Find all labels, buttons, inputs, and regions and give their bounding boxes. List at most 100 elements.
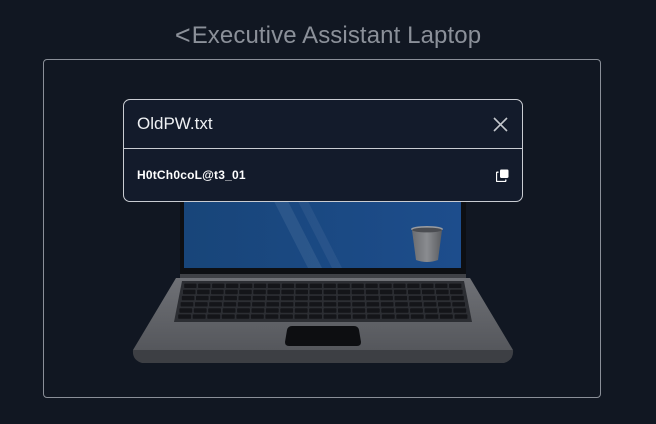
keyboard-key [280,308,294,313]
keyboard-key [337,283,350,288]
popup-content: H0tCh0coL@t3_01 [124,149,522,201]
keyboard-key [352,302,365,307]
keyboard-key [266,302,280,307]
keyboard-key [250,314,264,319]
keyboard-key [295,283,308,288]
keyboard-key [410,314,424,319]
keyboard-key [394,295,408,301]
keyboard-key [437,295,450,301]
keyboard-key [422,295,436,301]
laptop-touchpad [285,326,361,346]
keyboard-key [280,314,293,319]
keyboard-key [309,289,322,295]
keyboard-key [251,308,265,313]
keyboard-key [193,308,207,313]
keyboard-key [280,302,294,307]
keyboard-key [422,289,435,295]
keyboard-key [323,308,337,313]
keyboard-key [409,302,423,307]
keyboard-key [323,302,337,307]
keyboard-key [209,302,222,307]
keyboard-key [393,283,406,288]
keyboard-key [453,308,467,313]
keyboard-key [366,302,380,307]
keyboard-key [337,302,351,307]
page-header: < Executive Assistant Laptop [0,16,656,56]
keyboard-key [295,295,308,301]
keyboard-key [183,289,196,295]
keyboard-key [381,314,395,319]
keyboard-key [252,295,266,301]
keyboard-key [425,314,439,319]
keyboard-key [449,283,462,288]
keyboard-key [236,314,250,319]
keyboard-key [451,295,464,301]
keyboard-key [352,308,366,313]
keyboard-key [338,314,351,319]
keyboard-key [410,308,423,313]
keyboard-key [212,283,225,288]
keyboard-key [221,314,235,319]
file-popup: OldPW.txt H0tCh0coL@t3_01 [123,99,523,202]
page-title: Executive Assistant Laptop [191,22,482,49]
keyboard-key [323,295,337,301]
trash-can-icon [411,226,443,262]
keyboard-key [366,308,380,313]
keyboard-key [210,295,223,301]
keyboard-key [207,314,221,319]
keyboard-key [396,314,410,319]
keyboard-key [265,314,279,319]
keyboard-key [381,308,395,313]
copy-icon [495,169,508,182]
keyboard-key [180,302,194,307]
keyboard-key [237,308,250,313]
keyboard-key [238,295,252,301]
keyboard-key [323,314,337,319]
keyboard-key [408,289,421,295]
keyboard-key [351,289,365,295]
close-icon [492,116,508,132]
keyboard-key [197,289,210,295]
keyboard-key [408,295,422,301]
keyboard-key [194,302,208,307]
keyboard-key [196,295,209,301]
keyboard-key [309,302,322,307]
keyboard-key [367,314,381,319]
popup-header: OldPW.txt [124,100,522,149]
keyboard-key [295,289,308,295]
keyboard-key [198,283,211,288]
keyboard-key [351,283,364,288]
keyboard-key [266,295,280,301]
keyboard-key [281,289,294,295]
keyboard-key [323,289,337,295]
keyboard-key [211,289,224,295]
popup-filename: OldPW.txt [137,114,213,133]
back-button[interactable]: < [175,21,191,49]
keyboard-key [267,289,280,295]
keyboard-key [395,308,409,313]
keyboard-key [208,308,221,313]
keyboard-key [438,302,451,307]
keyboard-key [309,283,322,288]
keyboard-key [421,283,434,288]
keyboard-key [184,283,197,288]
keyboard-key [379,283,392,288]
page: < Executive Assistant Laptop OldPW.txt H… [0,0,656,424]
keyboard-key [379,289,393,295]
keyboard-key [294,314,308,319]
keyboard-key [380,295,393,301]
keyboard-key [452,302,465,307]
keyboard-key [309,295,322,301]
close-button[interactable] [490,114,510,134]
keyboard-key [366,295,379,301]
keyboard-key [237,302,251,307]
keyboard-key [222,308,236,313]
keyboard-key [365,283,378,288]
keyboard-key [436,289,449,295]
keyboard-key [338,308,351,313]
keyboard-key [309,314,322,319]
keyboard-key [393,289,407,295]
copy-button[interactable] [494,167,510,183]
keyboard-key [281,283,295,288]
keyboard-key [424,308,438,313]
